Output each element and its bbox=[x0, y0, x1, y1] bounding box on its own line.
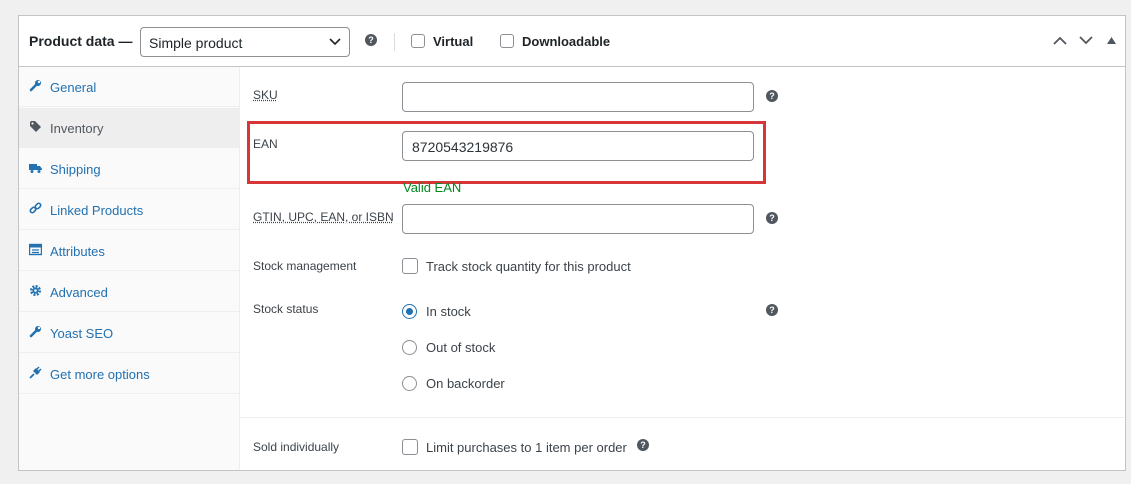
sku-input[interactable] bbox=[402, 82, 754, 112]
tab-label: Inventory bbox=[50, 121, 104, 136]
tab-yoast-seo[interactable]: Yoast SEO bbox=[19, 313, 239, 353]
product-data-title: Product data — bbox=[29, 33, 133, 49]
tag-icon bbox=[30, 121, 41, 132]
virtual-label: Virtual bbox=[433, 34, 474, 49]
ean-input[interactable]: 8720543219876 bbox=[402, 131, 754, 161]
ean-validation-message: Valid EAN bbox=[403, 180, 462, 195]
downloadable-checkbox[interactable] bbox=[500, 34, 514, 48]
gtin-input[interactable] bbox=[402, 204, 754, 234]
truck-icon bbox=[29, 164, 42, 173]
radio-on-backorder[interactable] bbox=[402, 376, 417, 391]
tab-label: Advanced bbox=[50, 285, 108, 300]
sold-individually-label: Sold individually bbox=[253, 440, 340, 454]
chevron-down-icon bbox=[329, 38, 341, 46]
sold-individually-checkbox[interactable] bbox=[402, 439, 418, 455]
ean-value: 8720543219876 bbox=[412, 139, 514, 155]
tab-shipping[interactable]: Shipping bbox=[19, 149, 239, 189]
tab-label: Attributes bbox=[50, 244, 105, 259]
ean-label: EAN bbox=[253, 137, 278, 151]
tab-get-more-options[interactable]: Get more options bbox=[19, 354, 239, 394]
product-data-panel: Product data — Simple product ? Virtual … bbox=[18, 15, 1126, 471]
tab-label: General bbox=[50, 80, 97, 95]
help-icon[interactable]: ? bbox=[365, 34, 377, 46]
stock-status-label: Stock status bbox=[253, 302, 319, 316]
tab-inventory[interactable]: Inventory bbox=[19, 108, 239, 148]
virtual-checkbox[interactable] bbox=[411, 34, 425, 48]
divider bbox=[394, 33, 395, 51]
chevron-up-icon[interactable] bbox=[1053, 36, 1067, 45]
tab-label: Get more options bbox=[50, 367, 150, 382]
track-stock-text: Track stock quantity for this product bbox=[426, 259, 631, 274]
stock-management-label: Stock management bbox=[253, 259, 357, 273]
gear-icon bbox=[30, 285, 41, 296]
track-stock-checkbox[interactable] bbox=[402, 258, 418, 274]
wrench-icon bbox=[29, 80, 41, 92]
help-icon[interactable]: ? bbox=[766, 90, 778, 102]
stock-option-label: In stock bbox=[426, 304, 471, 319]
radio-in-stock[interactable] bbox=[402, 304, 417, 319]
tab-attributes[interactable]: Attributes bbox=[19, 231, 239, 271]
tab-advanced[interactable]: Advanced bbox=[19, 272, 239, 312]
tab-linked-products[interactable]: Linked Products bbox=[19, 190, 239, 230]
product-type-value: Simple product bbox=[149, 35, 243, 51]
link-icon bbox=[29, 202, 42, 214]
triangle-up-icon[interactable] bbox=[1107, 37, 1116, 44]
tab-general[interactable]: General bbox=[19, 67, 239, 107]
gtin-label: GTIN, UPC, EAN, or ISBN bbox=[253, 210, 394, 224]
tab-label: Yoast SEO bbox=[50, 326, 114, 341]
plugin-icon bbox=[29, 366, 42, 379]
help-icon[interactable]: ? bbox=[766, 304, 778, 316]
product-type-select[interactable]: Simple product bbox=[140, 27, 350, 57]
tab-label: Linked Products bbox=[50, 203, 144, 218]
product-data-header: Product data — Simple product ? Virtual … bbox=[19, 16, 1125, 67]
downloadable-label: Downloadable bbox=[522, 34, 611, 49]
help-icon[interactable]: ? bbox=[637, 439, 649, 451]
sold-individually-text: Limit purchases to 1 item per order bbox=[426, 440, 627, 455]
stock-option-label: On backorder bbox=[426, 376, 505, 391]
chevron-down-icon[interactable] bbox=[1079, 36, 1093, 45]
stock-option-label: Out of stock bbox=[426, 340, 496, 355]
wrench-icon bbox=[29, 326, 41, 338]
sku-label: SKU bbox=[253, 88, 278, 102]
radio-out-of-stock[interactable] bbox=[402, 340, 417, 355]
inventory-panel: SKU ? EAN 8720543219876 Valid EAN GTIN, … bbox=[240, 67, 1125, 470]
table-icon bbox=[29, 243, 42, 256]
help-icon[interactable]: ? bbox=[766, 212, 778, 224]
tab-label: Shipping bbox=[50, 162, 101, 177]
product-data-tabs: General Inventory Shipping Linked Produc… bbox=[19, 67, 240, 470]
section-divider bbox=[240, 417, 1125, 418]
